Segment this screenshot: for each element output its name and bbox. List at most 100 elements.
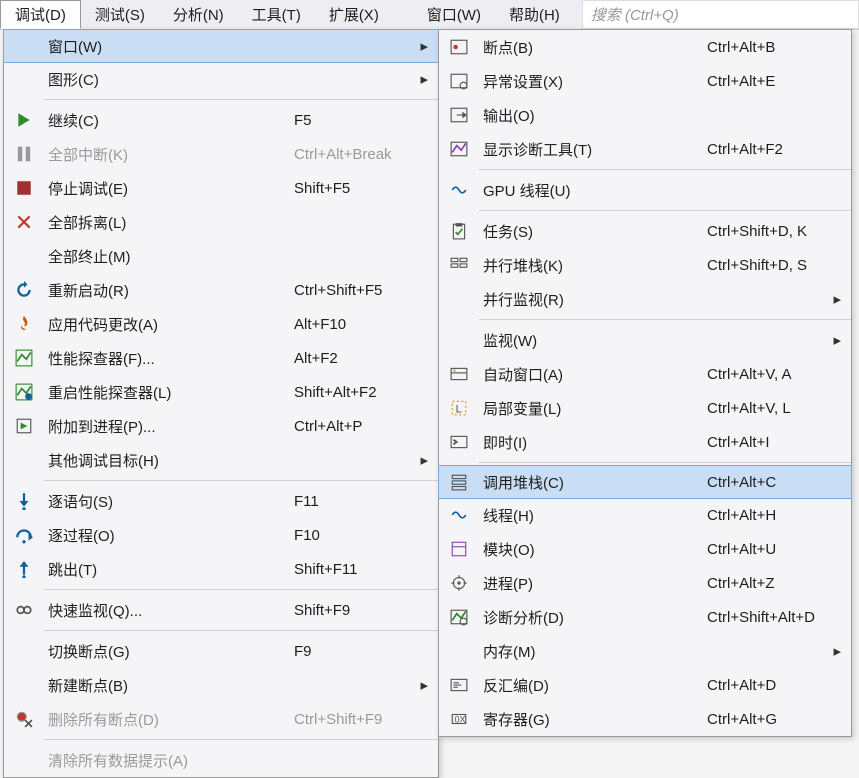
menu-item[interactable]: 输出(O) [439,98,851,132]
menu-item[interactable]: 继续(C)F5 [4,103,438,137]
locals-icon: L [439,399,479,417]
menu-item[interactable]: 重启性能探查器(L)Shift+Alt+F2 [4,375,438,409]
menu-item-label: 全部终止(M) [44,246,294,267]
menubar-label: 测试(S) [95,4,145,25]
menubar: 调试(D) 测试(S) 分析(N) 工具(T) 扩展(X) 窗口(W) 帮助(H… [0,0,859,30]
menu-item[interactable]: 切换断点(G)F9 [4,634,438,668]
menu-item[interactable]: 即时(I)Ctrl+Alt+I [439,425,851,459]
menu-item[interactable]: L局部变量(L)Ctrl+Alt+V, L [439,391,851,425]
attach-icon [4,417,44,435]
modules-icon [439,540,479,558]
detach-icon [4,213,44,231]
exception-settings-icon [439,72,479,90]
menu-item[interactable]: 重新启动(R)Ctrl+Shift+F5 [4,273,438,307]
menu-item[interactable]: 诊断分析(D)Ctrl+Shift+Alt+D [439,600,851,634]
menu-item-shortcut: Ctrl+Alt+D [707,677,827,694]
menubar-item-help[interactable]: 帮助(H) [495,0,574,29]
menu-item[interactable]: 线程(H)Ctrl+Alt+H [439,498,851,532]
menu-item-shortcut: F5 [294,112,414,129]
menu-item-label: 窗口(W) [44,36,294,57]
autos-icon [439,365,479,383]
menu-separator [479,210,851,211]
menu-item: 清除所有数据提示(A) [4,743,438,777]
menu-item-shortcut: Ctrl+Alt+G [707,711,827,728]
menubar-item-analyze[interactable]: 分析(N) [159,0,238,29]
menu-item[interactable]: 断点(B)Ctrl+Alt+B [439,30,851,64]
menu-item-shortcut: Shift+F9 [294,602,414,619]
gpu-threads-icon [439,181,479,199]
menu-item[interactable]: 进程(P)Ctrl+Alt+Z [439,566,851,600]
menu-item[interactable]: 窗口(W) ▸ [3,29,439,63]
menu-item[interactable]: 快速监视(Q)...Shift+F9 [4,593,438,627]
menubar-item-test[interactable]: 测试(S) [81,0,159,29]
menu-item[interactable]: 模块(O)Ctrl+Alt+U [439,532,851,566]
menu-item[interactable]: 应用代码更改(A)Alt+F10 [4,307,438,341]
menu-item[interactable]: 跳出(T)Shift+F11 [4,552,438,586]
menu-separator [44,589,438,590]
menu-item-shortcut: Ctrl+Alt+Z [707,575,827,592]
step-over-icon [4,526,44,544]
menu-item[interactable]: 性能探查器(F)...Alt+F2 [4,341,438,375]
relaunch-profiler-icon [4,383,44,401]
menu-item[interactable]: 并行监视(R)▸ [439,282,851,316]
menu-item[interactable]: 新建断点(B)▸ [4,668,438,702]
menu-item-label: 并行堆栈(K) [479,255,707,276]
menu-item-label: 监视(W) [479,330,707,351]
menu-item[interactable]: 显示诊断工具(T)Ctrl+Alt+F2 [439,132,851,166]
menu-item[interactable]: 自动窗口(A)Ctrl+Alt+V, A [439,357,851,391]
menu-item-shortcut: Ctrl+Shift+F9 [294,711,414,728]
menubar-item-window[interactable]: 窗口(W) [413,0,495,29]
menu-item[interactable]: 全部终止(M) [4,239,438,273]
menu-item[interactable]: 内存(M)▸ [439,634,851,668]
submenu-arrow-icon: ▸ [414,37,428,55]
menu-item-label: 显示诊断工具(T) [479,139,707,160]
menubar-label: 工具(T) [252,4,301,25]
menu-item[interactable]: 图形(C)▸ [4,62,438,96]
processes-icon [439,574,479,592]
menu-item-label: 停止调试(E) [44,178,294,199]
search-input[interactable]: 搜索 (Ctrl+Q) [582,0,859,29]
menu-item-shortcut: Alt+F10 [294,316,414,333]
menu-item[interactable]: 并行堆栈(K)Ctrl+Shift+D, S [439,248,851,282]
menu-item-shortcut: Ctrl+Alt+F2 [707,141,827,158]
menu-item-shortcut: F11 [294,493,414,510]
menu-item[interactable]: GPU 线程(U) [439,173,851,207]
menu-item[interactable]: 调用堆栈(C)Ctrl+Alt+C [438,465,852,499]
output-icon [439,106,479,124]
menu-item[interactable]: 反汇编(D)Ctrl+Alt+D [439,668,851,702]
call-stack-icon [439,473,479,491]
menubar-item-debug[interactable]: 调试(D) [0,0,81,29]
menu-item-shortcut: Ctrl+Alt+P [294,418,414,435]
menu-item[interactable]: 全部拆离(L) [4,205,438,239]
menu-item[interactable]: 附加到进程(P)...Ctrl+Alt+P [4,409,438,443]
menu-item-label: 全部中断(K) [44,144,294,165]
menu-item-label: 跳出(T) [44,559,294,580]
menu-item-label: 切换断点(G) [44,641,294,662]
menu-item-label: 逐过程(O) [44,525,294,546]
stop-icon [4,179,44,197]
menubar-item-tools[interactable]: 工具(T) [238,0,315,29]
menu-item: 全部中断(K)Ctrl+Alt+Break [4,137,438,171]
submenu-arrow-icon: ▸ [414,676,428,694]
flame-icon [4,315,44,333]
menu-item[interactable]: 异常设置(X)Ctrl+Alt+E [439,64,851,98]
menu-item[interactable]: 0X寄存器(G)Ctrl+Alt+G [439,702,851,736]
menu-item[interactable]: 逐语句(S)F11 [4,484,438,518]
menu-item-label: 输出(O) [479,105,707,126]
submenu-arrow-icon: ▸ [414,451,428,469]
menu-item-shortcut: Ctrl+Alt+V, A [707,366,827,383]
submenu-arrow-icon: ▸ [414,70,428,88]
menu-item[interactable]: 停止调试(E)Shift+F5 [4,171,438,205]
menu-item-label: 附加到进程(P)... [44,416,294,437]
menu-item[interactable]: 逐过程(O)F10 [4,518,438,552]
menubar-item-extensions[interactable]: 扩展(X) [315,0,393,29]
menu-item[interactable]: 其他调试目标(H)▸ [4,443,438,477]
spacer [393,0,413,29]
menu-item-label: GPU 线程(U) [479,180,707,201]
menu-item[interactable]: 任务(S)Ctrl+Shift+D, K [439,214,851,248]
menu-item-shortcut: Ctrl+Shift+Alt+D [707,609,827,626]
menu-item-label: 模块(O) [479,539,707,560]
disassembly-icon [439,676,479,694]
menu-item[interactable]: 监视(W)▸ [439,323,851,357]
menu-separator [44,99,438,100]
